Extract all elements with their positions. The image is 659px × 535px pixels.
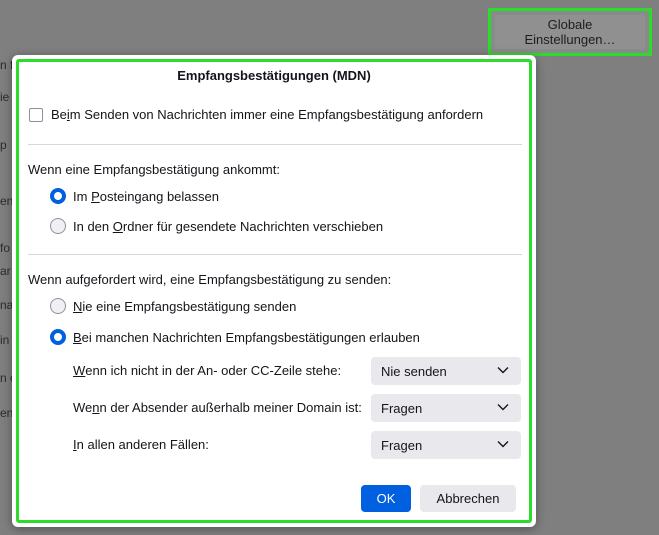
rule-other-cases-select[interactable]: Fragen [371, 431, 521, 459]
rule-not-in-to-cc-label: Wenn ich nicht in der An- oder CC-Zeile … [73, 363, 341, 378]
chevron-down-icon [497, 367, 509, 374]
label-part: We [73, 400, 93, 415]
radio-unselected[interactable] [50, 298, 66, 314]
access-key: P [91, 188, 100, 204]
rule-not-in-to-cc-select[interactable]: Nie senden [371, 357, 521, 385]
radio-allow-some[interactable]: Bei manchen Nachrichten Empfangsbestätig… [50, 329, 420, 345]
background-text: fo [0, 241, 11, 255]
separator [28, 144, 522, 145]
always-request-checkbox[interactable] [29, 107, 43, 122]
never-send-label: Nie eine Empfangsbestätigung senden [73, 299, 296, 314]
label-part: n der Absender außerhalb meiner Domain i… [99, 400, 362, 415]
label-part: enn ich nicht in der An- oder CC-Zeile s… [85, 363, 342, 378]
label-part: n allen anderen Fällen: [76, 437, 209, 452]
incoming-heading: Wenn eine Empfangsbestätigung ankommt: [28, 162, 280, 177]
radio-selected[interactable] [50, 188, 66, 204]
label-part: In den [73, 218, 113, 234]
label-part: m Senden von Nachrichten immer eine Empf… [69, 107, 484, 122]
rule-outside-domain-select[interactable]: Fragen [371, 394, 521, 422]
background-text: ar [0, 264, 11, 278]
label-part: Be [51, 107, 67, 122]
background-text: in [0, 333, 10, 347]
mdn-dialog: Empfangsbestätigungen (MDN) Beim Senden … [12, 55, 536, 527]
ok-button[interactable]: OK [361, 485, 411, 512]
chevron-down-icon [497, 404, 509, 411]
background-text: p [0, 138, 7, 152]
chevron-down-icon [497, 441, 509, 448]
radio-keep-inbox[interactable]: Im Posteingang belassen [50, 188, 219, 204]
select-value: Fragen [381, 400, 423, 416]
label-part: rdner für gesendete Nachrichten verschie… [122, 218, 384, 234]
global-settings-button[interactable]: Globale Einstellungen… [495, 15, 645, 49]
request-heading: Wenn aufgefordert wird, eine Empfangsbes… [28, 272, 392, 287]
background-text: ie [0, 90, 10, 104]
access-key: O [112, 218, 123, 234]
rule-outside-domain-label: We n n der Absender außerhalb meiner Domai… [73, 400, 362, 415]
access-key: W [73, 363, 86, 378]
separator [28, 254, 522, 255]
radio-unselected[interactable] [50, 218, 66, 234]
select-value: Nie senden [381, 363, 447, 379]
move-sent-label: In den Ordner für gesendete Nachrichten … [73, 219, 383, 234]
label-part: Im [73, 188, 92, 204]
radio-move-sent[interactable]: In den Ordner für gesendete Nachrichten … [50, 218, 383, 234]
access-key: n [92, 400, 100, 415]
radio-selected[interactable] [50, 329, 66, 345]
select-value: Fragen [381, 437, 423, 453]
rule-other-cases-label: In allen anderen Fällen: [73, 437, 209, 452]
allow-some-label: Bei manchen Nachrichten Empfangsbestätig… [73, 330, 420, 345]
label-part: ei manchen Nachrichten Empfangsbestätigu… [81, 329, 420, 345]
access-key: N [73, 298, 83, 314]
access-key: B [73, 329, 82, 345]
cancel-button[interactable]: Abbrechen [420, 485, 516, 512]
label-part: ie eine Empfangsbestätigung senden [82, 298, 297, 314]
label-part: osteingang belassen [99, 188, 219, 204]
always-request-checkbox-row[interactable]: Beim Senden von Nachrichten immer eine E… [29, 107, 483, 122]
radio-never-send[interactable]: Nie eine Empfangsbestätigung senden [50, 298, 296, 314]
global-settings-highlight: Globale Einstellungen… [488, 8, 652, 56]
always-request-label: Beim Senden von Nachrichten immer eine E… [51, 107, 483, 122]
keep-inbox-label: Im Posteingang belassen [73, 189, 219, 204]
dialog-title: Empfangsbestätigungen (MDN) [177, 68, 371, 83]
